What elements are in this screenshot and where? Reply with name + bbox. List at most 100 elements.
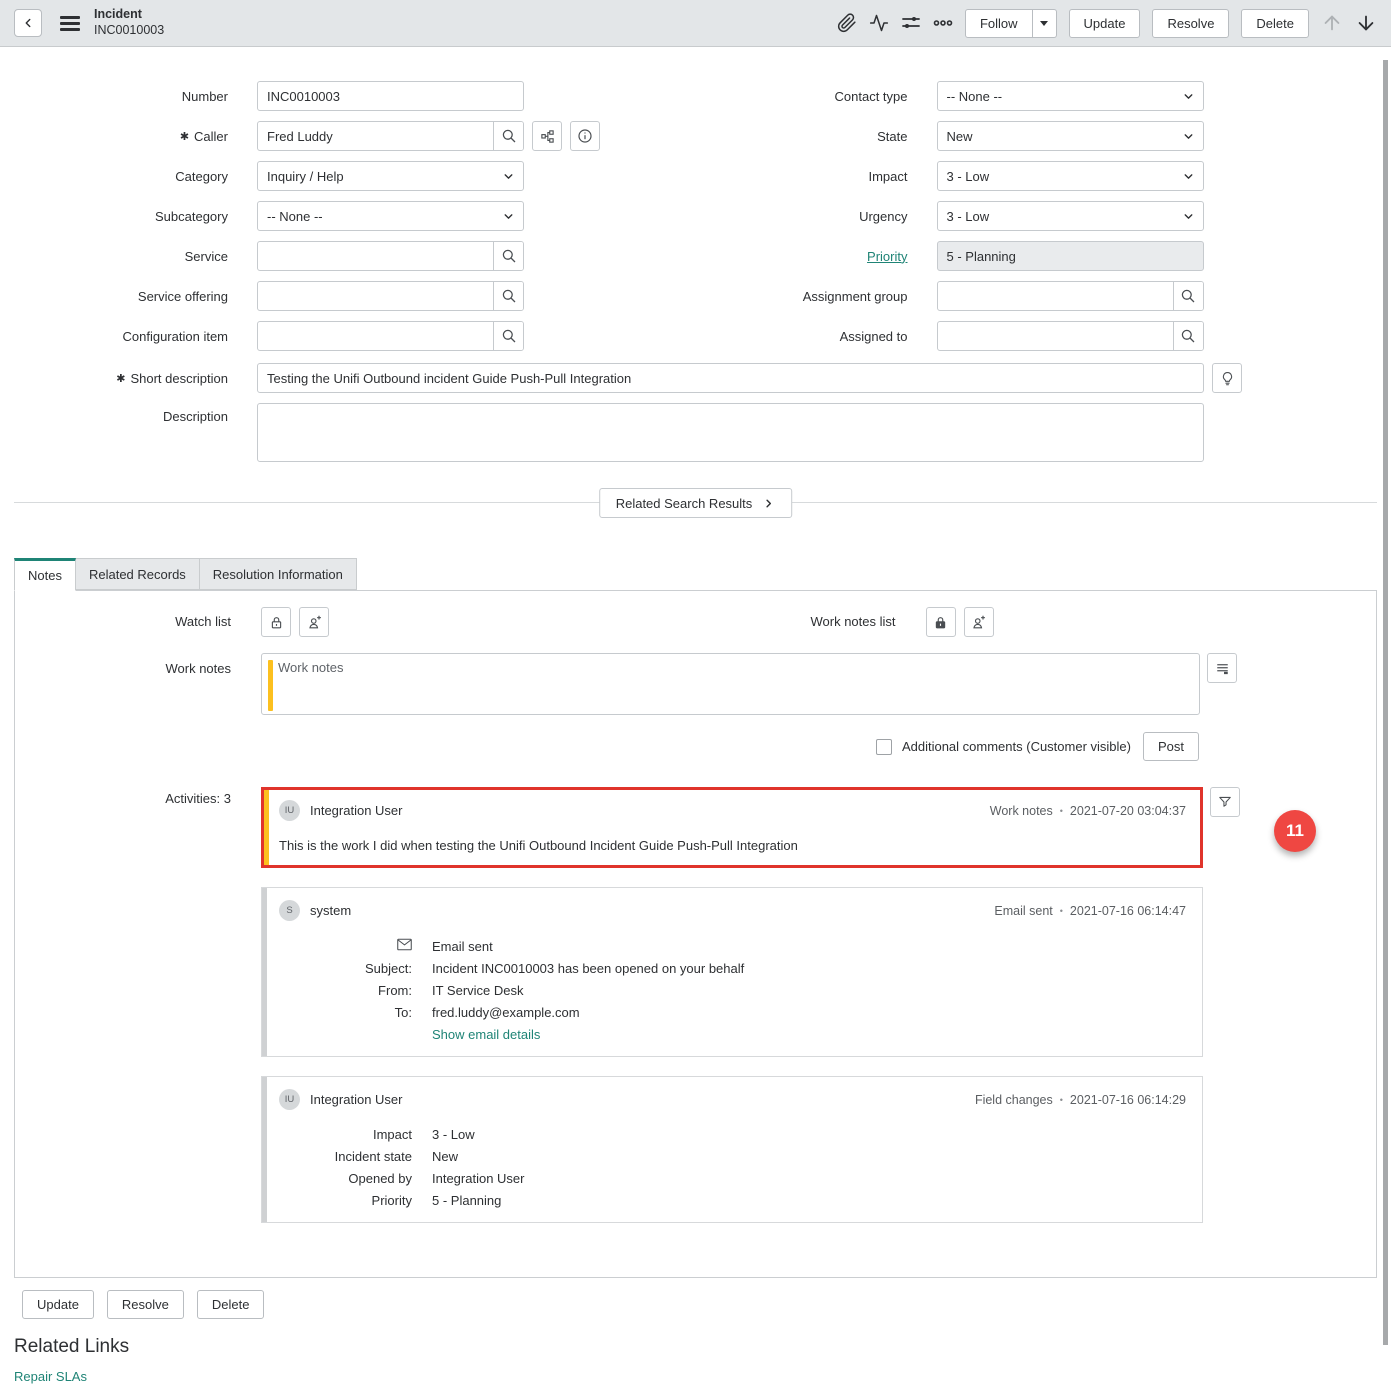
activity-filter-button[interactable] — [1210, 787, 1240, 817]
activity-entry-field-changes: IU Integration User Field changes • 2021… — [261, 1076, 1203, 1223]
related-search-results-button[interactable]: Related Search Results — [599, 488, 793, 518]
watch-list-label: Watch list — [15, 607, 231, 637]
watch-list-add-me-button[interactable] — [299, 607, 329, 637]
caret-down-icon — [1040, 21, 1048, 26]
email-from-label: From: — [279, 983, 412, 998]
personalize-form-icon[interactable] — [901, 13, 921, 33]
assignment-group-field[interactable] — [938, 282, 1173, 310]
chevron-down-icon — [1182, 170, 1195, 183]
additional-comments-checkbox[interactable] — [876, 739, 892, 755]
chevron-left-icon — [21, 16, 35, 30]
toggle-activity-stream-button[interactable] — [1207, 653, 1237, 683]
follow-dropdown-button[interactable] — [1033, 9, 1057, 38]
contact-type-select[interactable]: -- None -- — [937, 81, 1204, 111]
subcategory-label: Subcategory — [0, 209, 228, 224]
chevron-down-icon — [1182, 90, 1195, 103]
chevron-down-icon — [1182, 210, 1195, 223]
avatar: IU — [279, 1089, 300, 1110]
priority-link[interactable]: Priority — [867, 249, 907, 264]
service-lookup-button[interactable] — [493, 242, 523, 270]
tab-notes[interactable]: Notes — [14, 558, 76, 591]
search-icon — [1180, 328, 1196, 344]
caller-preview-button[interactable] — [570, 121, 600, 151]
caller-field[interactable] — [258, 122, 493, 150]
activity-user: Integration User — [310, 803, 403, 818]
service-offering-label: Service offering — [0, 289, 228, 304]
email-from: IT Service Desk — [432, 983, 524, 998]
work-notes-list-add-me-button[interactable] — [964, 607, 994, 637]
delete-button-bottom[interactable]: Delete — [197, 1290, 265, 1319]
search-icon — [501, 128, 517, 144]
tab-resolution-information[interactable]: Resolution Information — [200, 558, 357, 590]
tab-related-records[interactable]: Related Records — [76, 558, 200, 590]
short-description-label: ✱Short description — [0, 371, 228, 386]
repair-slas-link[interactable]: Repair SLAs — [14, 1369, 87, 1384]
resolve-button[interactable]: Resolve — [1152, 9, 1229, 38]
more-options-icon[interactable] — [933, 13, 953, 33]
work-notes-list-unlock-button[interactable] — [926, 607, 956, 637]
post-button[interactable]: Post — [1143, 732, 1199, 761]
field-change-value: New — [432, 1149, 458, 1164]
impact-select[interactable]: 3 - Low — [937, 161, 1204, 191]
watch-list-unlock-button[interactable] — [261, 607, 291, 637]
assignment-group-lookup-button[interactable] — [1173, 282, 1203, 310]
service-offering-field[interactable] — [258, 282, 493, 310]
short-description-field[interactable] — [257, 363, 1204, 393]
resolve-button-bottom[interactable]: Resolve — [107, 1290, 184, 1319]
activity-body: This is the work I did when testing the … — [279, 838, 1186, 853]
urgency-select[interactable]: 3 - Low — [937, 201, 1204, 231]
assignment-group-field-group — [937, 281, 1204, 311]
show-email-details-link[interactable]: Show email details — [432, 1027, 540, 1042]
suggestion-button[interactable] — [1212, 363, 1242, 393]
meta-separator: • — [1060, 806, 1063, 816]
next-record-icon[interactable] — [1355, 12, 1377, 34]
subcategory-select[interactable]: -- None -- — [257, 201, 524, 231]
annotation-step-badge: 11 — [1274, 810, 1316, 852]
header-bar: Incident INC0010003 Follow Update Resolv… — [0, 0, 1391, 47]
follow-button[interactable]: Follow — [965, 9, 1033, 38]
update-button[interactable]: Update — [1069, 9, 1141, 38]
assigned-to-field[interactable] — [938, 322, 1173, 350]
category-select[interactable]: Inquiry / Help — [257, 161, 524, 191]
category-label: Category — [0, 169, 228, 184]
context-menu-icon[interactable] — [56, 9, 84, 38]
additional-comments-label: Additional comments (Customer visible) — [902, 739, 1131, 754]
tab-strip: Notes Related Records Resolution Informa… — [14, 558, 1377, 590]
back-button[interactable] — [14, 9, 42, 37]
related-links-heading: Related Links — [14, 1336, 1377, 1358]
contact-type-label: Contact type — [696, 89, 908, 104]
required-icon: ✱ — [116, 373, 125, 385]
incident-form: Number ✱Caller Category — [0, 47, 1391, 462]
previous-record-icon[interactable] — [1321, 12, 1343, 34]
impact-label: Impact — [696, 169, 908, 184]
assigned-to-lookup-button[interactable] — [1173, 322, 1203, 350]
service-offering-lookup-button[interactable] — [493, 282, 523, 310]
work-notes-label: Work notes — [15, 661, 231, 676]
state-select[interactable]: New — [937, 121, 1204, 151]
activity-stream-icon[interactable] — [869, 13, 889, 33]
envelope-icon — [279, 938, 412, 951]
service-field[interactable] — [258, 242, 493, 270]
org-chart-icon — [540, 129, 555, 144]
activity-timestamp: 2021-07-16 06:14:29 — [1070, 1093, 1186, 1107]
description-label: Description — [0, 409, 228, 424]
number-field[interactable] — [257, 81, 524, 111]
email-subject: Incident INC0010003 has been opened on y… — [432, 961, 744, 976]
update-button-bottom[interactable]: Update — [22, 1290, 94, 1319]
configuration-item-lookup-button[interactable] — [493, 322, 523, 350]
description-field[interactable] — [257, 403, 1204, 462]
activity-timestamp: 2021-07-20 03:04:37 — [1070, 804, 1186, 818]
configuration-item-field[interactable] — [258, 322, 493, 350]
vertical-scrollbar[interactable] — [1383, 60, 1388, 1345]
attachment-icon[interactable] — [837, 13, 857, 33]
caller-hierarchy-button[interactable] — [532, 121, 562, 151]
caller-lookup-button[interactable] — [493, 122, 523, 150]
urgency-label: Urgency — [696, 209, 908, 224]
avatar: S — [279, 900, 300, 921]
delete-button[interactable]: Delete — [1241, 9, 1309, 38]
search-icon — [501, 328, 517, 344]
search-icon — [501, 248, 517, 264]
related-search-divider: Related Search Results — [14, 488, 1377, 518]
field-change-label: Priority — [279, 1193, 412, 1208]
work-notes-field[interactable] — [261, 653, 1200, 715]
